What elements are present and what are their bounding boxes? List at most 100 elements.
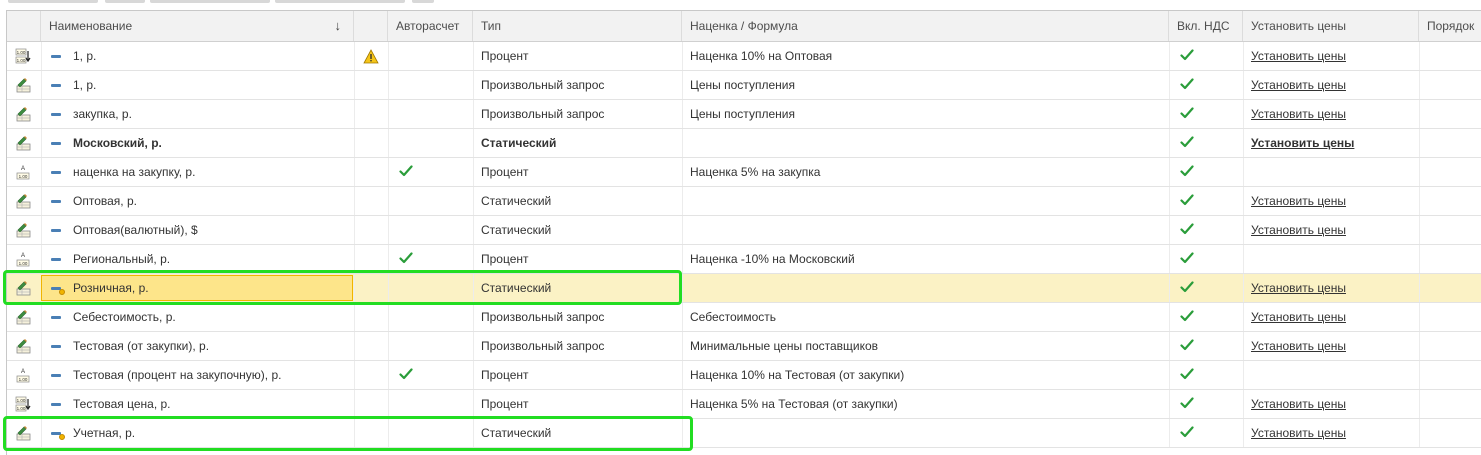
edit-table-icon (16, 426, 31, 441)
table-row[interactable]: 1.00 1.00 Тестовая цена, р. Процент Наценк… (7, 390, 1481, 419)
cell-order (1419, 419, 1481, 447)
cell-type: Статический (481, 136, 557, 150)
top-toolbar-strip (0, 0, 1481, 10)
set-prices-link[interactable]: Установить цены (1243, 390, 1419, 418)
table-row[interactable]: Тестовая (от закупки), р. Произвольный за… (7, 332, 1481, 361)
cell-markup-formula (682, 274, 1169, 302)
cell-order (1419, 100, 1481, 128)
set-prices-link[interactable]: Установить цены (1243, 71, 1419, 99)
checkmark-icon (399, 165, 413, 177)
cell-name: 1, р. (73, 49, 97, 63)
cell-type: Произвольный запрос (481, 339, 605, 353)
svg-text:1.00: 1.00 (17, 50, 26, 55)
cell-markup-formula (682, 216, 1169, 244)
set-prices-link[interactable]: Установить цены (1243, 274, 1419, 302)
checkmark-icon (399, 368, 413, 380)
edit-table-icon (16, 107, 31, 122)
cell-markup-formula: Цены поступления (690, 107, 795, 121)
checkmark-icon (1180, 281, 1194, 293)
header-type[interactable]: Тип (473, 11, 682, 41)
set-prices-link[interactable]: Установить цены (1243, 100, 1419, 128)
cell-order (1419, 332, 1481, 360)
set-prices-link[interactable]: Установить цены (1243, 303, 1419, 331)
checkmark-icon (1180, 49, 1194, 61)
edit-table-icon (16, 223, 31, 238)
header-autocalc[interactable]: Авторасчет (388, 11, 473, 41)
table-row[interactable]: Учетная, р. Статический Установить цены (7, 419, 1481, 448)
cell-name: Себестоимость, р. (73, 310, 176, 324)
price-type-marker-icon (51, 258, 61, 261)
table-row[interactable]: Оптовая(валютный), $ Статический Установит… (7, 216, 1481, 245)
cell-name: наценка на закупку, р. (73, 165, 196, 179)
header-vat-included[interactable]: Вкл. НДС (1169, 11, 1243, 41)
checkmark-icon (1180, 426, 1194, 438)
cell-name: Московский, р. (73, 136, 162, 150)
set-prices-link[interactable]: Установить цены (1243, 187, 1419, 215)
price-type-marker-icon (51, 229, 61, 232)
cell-name: Учетная, р. (73, 426, 136, 440)
checkmark-icon (1180, 165, 1194, 177)
cell-name: Оптовая, р. (73, 194, 137, 208)
svg-text:1.00: 1.00 (19, 174, 28, 179)
cell-type: Процент (481, 49, 529, 63)
table-row[interactable]: 1, р. Произвольный запрос Цены поступления… (7, 71, 1481, 100)
cell-markup-formula: Наценка -10% на Московский (690, 252, 855, 266)
cell-order (1419, 129, 1481, 157)
cell-order (1419, 158, 1481, 186)
set-prices-link[interactable]: Установить цены (1243, 332, 1419, 360)
set-prices-link[interactable]: Установить цены (1243, 42, 1419, 70)
header-order[interactable]: Порядок (1419, 11, 1481, 41)
edit-table-icon (16, 194, 31, 209)
header-markup-formula[interactable]: Наценка / Формула (682, 11, 1169, 41)
table-row[interactable]: закупка, р. Произвольный запрос Цены посту… (7, 100, 1481, 129)
svg-text:1.00: 1.00 (19, 261, 28, 266)
checkmark-icon (1180, 223, 1194, 235)
svg-text:A: A (21, 369, 25, 375)
table-row[interactable]: Себестоимость, р. Произвольный запрос Себе… (7, 303, 1481, 332)
percent-rate-icon: A 1.00 (16, 166, 30, 180)
table-row[interactable]: A 1.00 наценка на закупку, р. Процент Наце… (7, 158, 1481, 187)
table-row[interactable]: 1.00 1.00 1, р. Процент Наценка 10% на Опт… (7, 42, 1481, 71)
header-name[interactable]: Наименование ↓ (41, 11, 354, 41)
cell-type: Статический (481, 223, 552, 237)
price-types-table[interactable]: Наименование ↓ Авторасчет Тип Наценка / … (6, 10, 1481, 455)
header-name-label: Наименование (49, 19, 133, 33)
cell-markup-formula (682, 187, 1169, 215)
cell-order (1419, 361, 1481, 389)
cell-markup-formula: Себестоимость (690, 310, 777, 324)
cell-type: Процент (481, 368, 529, 382)
cell-name: Тестовая цена, р. (73, 397, 171, 411)
cell-type: Произвольный запрос (481, 78, 605, 92)
cell-name: Оптовая(валютный), $ (73, 223, 198, 237)
cell-type: Процент (481, 165, 529, 179)
table-row[interactable]: A 1.00 Региональный, р. Процент Наценка -1… (7, 245, 1481, 274)
set-prices-link[interactable]: Установить цены (1243, 129, 1419, 157)
header-warning-column[interactable] (354, 11, 388, 41)
edit-table-icon (16, 78, 31, 93)
cell-markup-formula: Цены поступления (690, 78, 795, 92)
cell-name: закупка, р. (73, 107, 132, 121)
cell-name: 1, р. (73, 78, 97, 92)
cell-markup-formula: Наценка 5% на закупка (690, 165, 821, 179)
sort-down-icon[interactable]: ↓ (335, 11, 342, 41)
cell-order (1419, 216, 1481, 244)
set-prices-link[interactable]: Установить цены (1243, 419, 1419, 447)
header-set-prices[interactable]: Установить цены (1243, 11, 1419, 41)
cell-name: Тестовая (от закупки), р. (73, 339, 210, 353)
header-icon-column[interactable] (7, 11, 41, 41)
checkmark-icon (1180, 107, 1194, 119)
cell-order (1419, 390, 1481, 418)
table-row[interactable]: Московский, р. Статический Установить цены (7, 129, 1481, 158)
table-row[interactable]: A 1.00 Тестовая (процент на закупочную),… (7, 361, 1481, 390)
set-prices-link[interactable]: Установить цены (1243, 216, 1419, 244)
table-row[interactable]: Розничная, р. Статический Установить цены (7, 274, 1481, 303)
rate-arrows-icon: 1.00 1.00 (15, 396, 31, 412)
table-row[interactable]: Оптовая, р. Статический Установить цены (7, 187, 1481, 216)
svg-text:A: A (21, 253, 25, 259)
cell-type: Процент (481, 252, 529, 266)
edit-table-icon (16, 136, 31, 151)
price-type-marker-icon (51, 403, 61, 406)
checkmark-icon (1180, 397, 1194, 409)
checkmark-icon (1180, 339, 1194, 351)
cell-order (1419, 71, 1481, 99)
